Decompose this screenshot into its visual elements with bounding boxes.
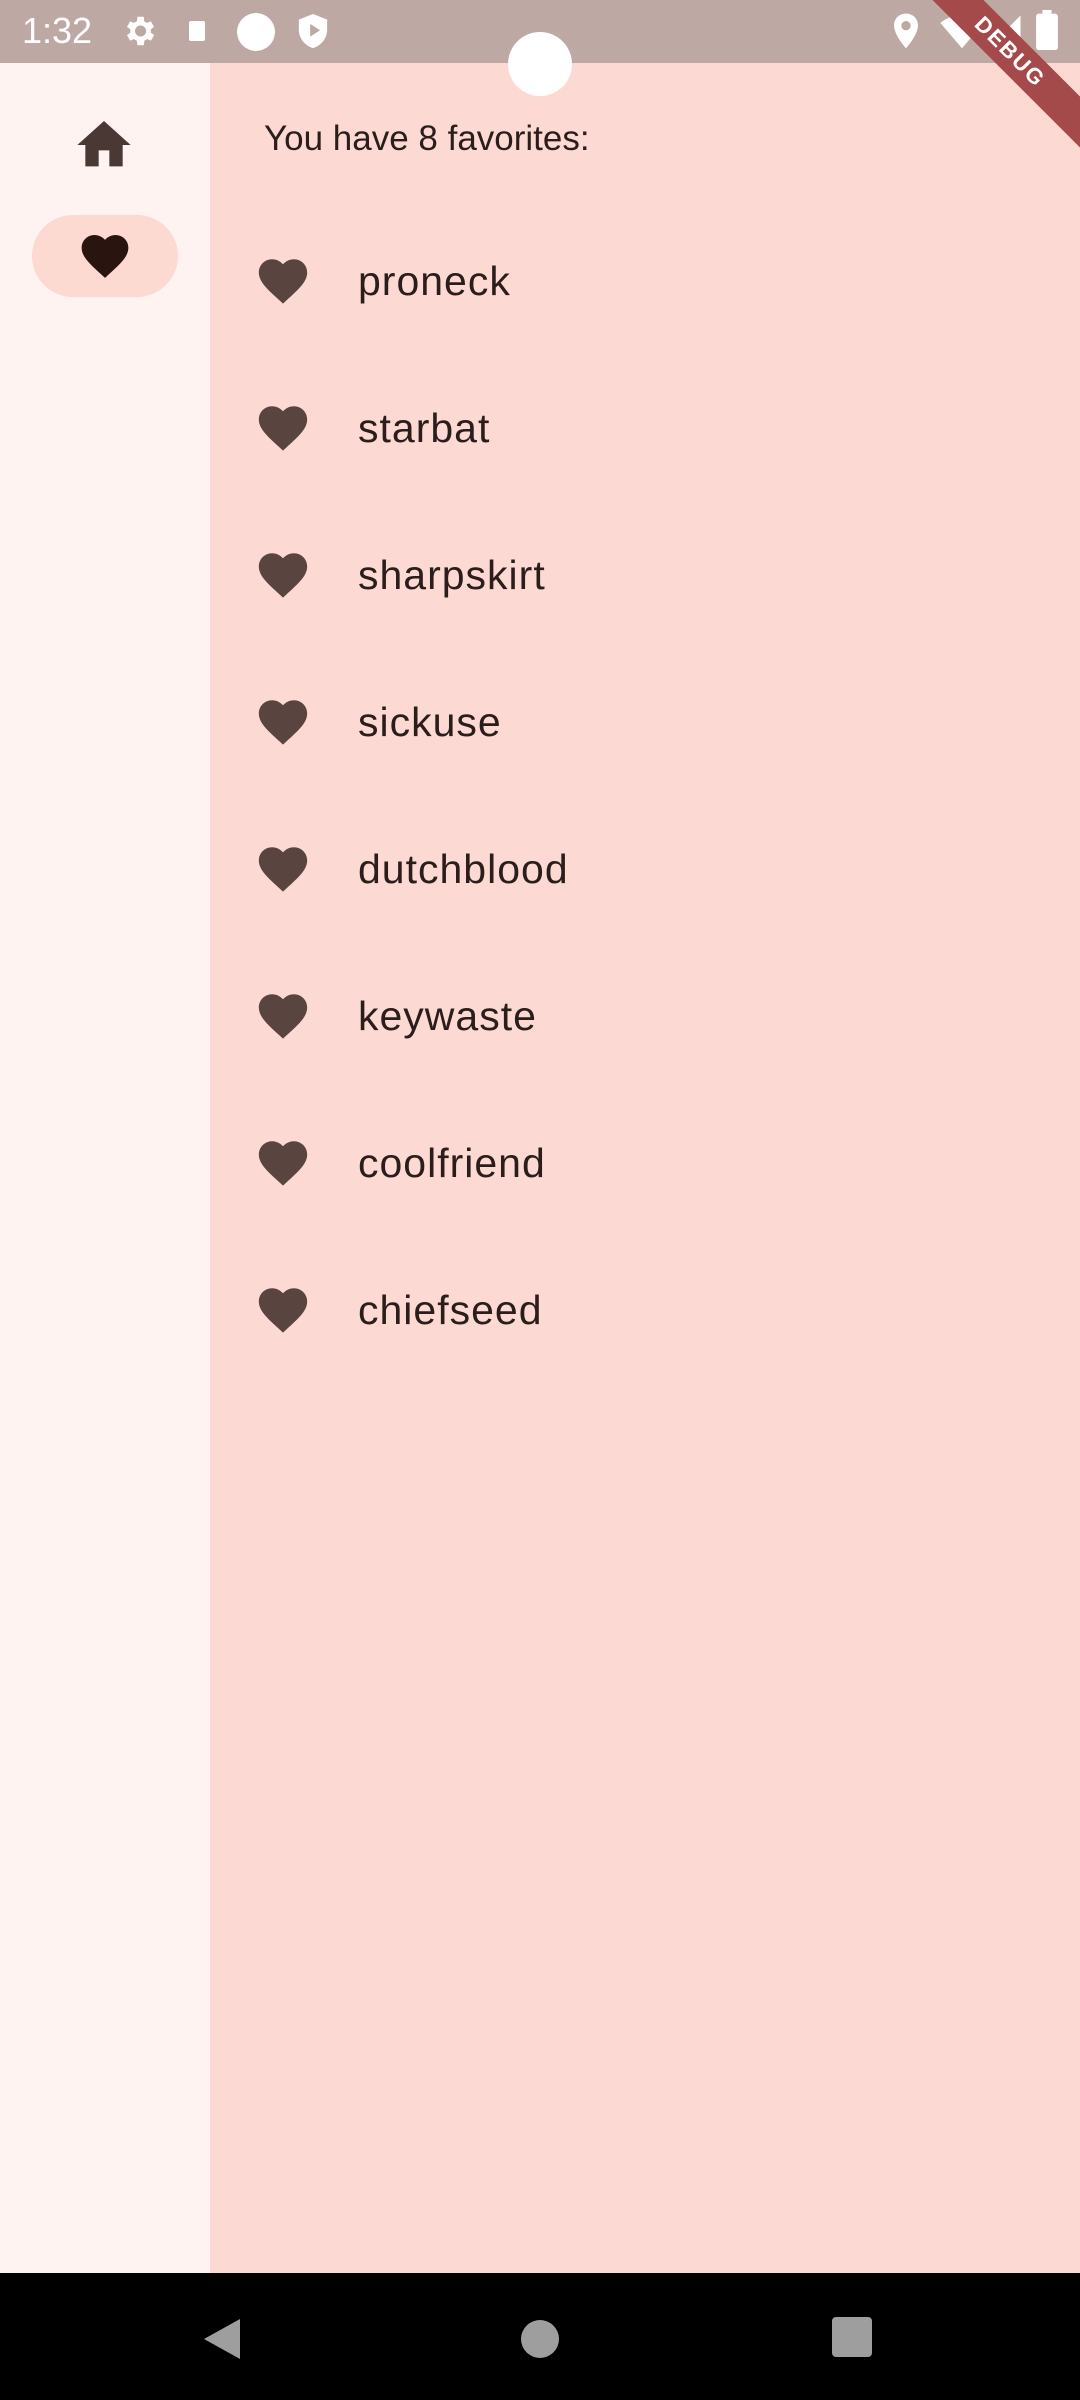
- heart-icon: [254, 399, 312, 457]
- list-item-label: dutchblood: [358, 846, 569, 892]
- home-circle-icon[interactable]: [516, 2315, 564, 2368]
- heart-icon: [254, 1134, 312, 1192]
- settings-icon: [120, 12, 158, 55]
- camera-cutout: [508, 32, 572, 96]
- heart-icon: [254, 693, 312, 751]
- list-item-label: keywaste: [358, 993, 537, 1039]
- list-item-label: chiefseed: [358, 1287, 543, 1333]
- favorites-count-text: You have 8 favorites:: [264, 119, 590, 158]
- list-item[interactable]: keywaste: [210, 943, 1080, 1090]
- list-item-label: coolfriend: [358, 1140, 546, 1186]
- shield-play-icon: [296, 12, 330, 55]
- heart-icon: [254, 1281, 312, 1339]
- heart-icon: [254, 840, 312, 898]
- list-item[interactable]: sickuse: [210, 649, 1080, 796]
- heart-icon: [254, 987, 312, 1045]
- rail-item-home[interactable]: [72, 113, 136, 177]
- back-icon[interactable]: [200, 2315, 248, 2368]
- heart-icon: [254, 546, 312, 604]
- heart-icon: [254, 252, 312, 310]
- list-item[interactable]: dutchblood: [210, 796, 1080, 943]
- rail-item-favorites[interactable]: [32, 215, 178, 297]
- list-item[interactable]: sharpskirt: [210, 502, 1080, 649]
- status-time: 1:32: [22, 10, 93, 51]
- debug-banner: DEBUG: [920, 0, 1080, 160]
- recents-icon[interactable]: [830, 2315, 874, 2364]
- list-item[interactable]: starbat: [210, 355, 1080, 502]
- list-item-label: sharpskirt: [358, 552, 546, 598]
- favorites-page: You have 8 favorites: proneck starbat shar…: [210, 63, 1080, 2273]
- system-nav-bar: [0, 2273, 1080, 2400]
- list-item-label: proneck: [358, 258, 511, 304]
- list-item-label: starbat: [358, 405, 491, 451]
- navigation-rail: [0, 63, 210, 2273]
- list-item-label: sickuse: [358, 699, 502, 745]
- sim-icon: [188, 20, 206, 47]
- list-item[interactable]: chiefseed: [210, 1237, 1080, 1384]
- circle-icon: [236, 12, 276, 57]
- list-item[interactable]: proneck: [210, 208, 1080, 355]
- list-item[interactable]: coolfriend: [210, 1090, 1080, 1237]
- location-icon: [890, 12, 922, 55]
- debug-label: DEBUG: [920, 0, 1080, 157]
- home-icon: [72, 121, 136, 181]
